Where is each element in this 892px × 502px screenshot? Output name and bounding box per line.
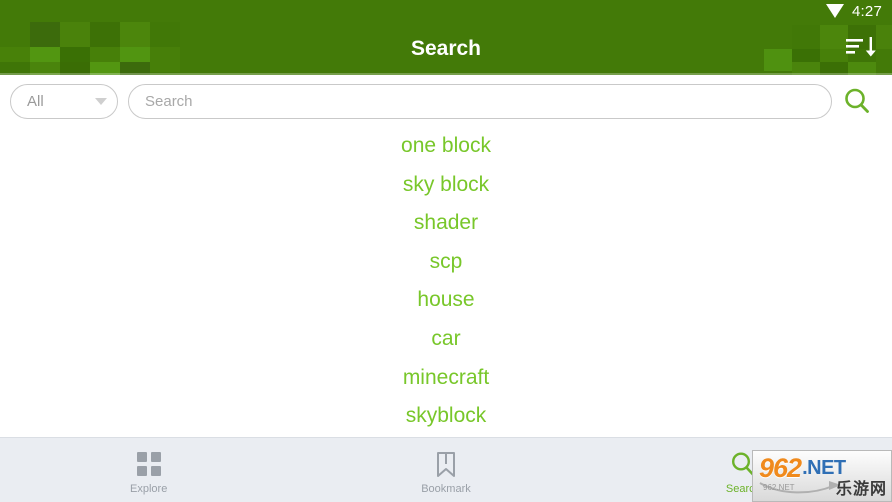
site-watermark: 962 .NET 962.NET 乐游网	[752, 450, 892, 502]
nav-label-bookmark: Bookmark	[421, 483, 471, 495]
sort-descending-icon	[846, 37, 876, 57]
bookmark-icon	[435, 449, 457, 479]
suggestion-item[interactable]: one block	[0, 127, 892, 166]
watermark-subtext: 962.NET	[763, 483, 795, 492]
suggestion-item[interactable]: skyblock	[0, 397, 892, 436]
suggestion-item[interactable]: scp	[0, 243, 892, 282]
nav-label-explore: Explore	[130, 483, 168, 495]
app-screen: 4:27 Search All one	[0, 0, 892, 502]
nav-item-explore[interactable]: Explore	[0, 438, 297, 502]
search-input[interactable]	[128, 83, 832, 119]
suggestion-item[interactable]: house	[0, 281, 892, 320]
app-header: 4:27 Search	[0, 0, 892, 75]
search-submit-button[interactable]	[832, 81, 882, 121]
watermark-chinese: 乐游网	[835, 481, 887, 498]
category-filter-label: All	[27, 92, 44, 110]
search-bar: All	[0, 75, 892, 127]
grid-icon	[136, 449, 161, 479]
category-filter-dropdown[interactable]: All	[10, 83, 118, 119]
chevron-down-icon	[95, 97, 107, 105]
search-icon	[845, 88, 869, 113]
suggestion-item[interactable]: sky block	[0, 166, 892, 205]
suggestion-item[interactable]: shader	[0, 204, 892, 243]
nav-item-bookmark[interactable]: Bookmark	[297, 438, 594, 502]
search-suggestions-list: one block sky block shader scp house car…	[0, 127, 892, 437]
suggestion-item[interactable]: car	[0, 320, 892, 359]
page-title: Search	[410, 37, 482, 60]
sort-button[interactable]	[844, 32, 878, 62]
status-bar: 4:27	[0, 0, 892, 22]
status-clock: 4:27	[852, 2, 882, 20]
wifi-icon	[826, 3, 844, 18]
suggestion-item[interactable]: minecraft	[0, 359, 892, 398]
